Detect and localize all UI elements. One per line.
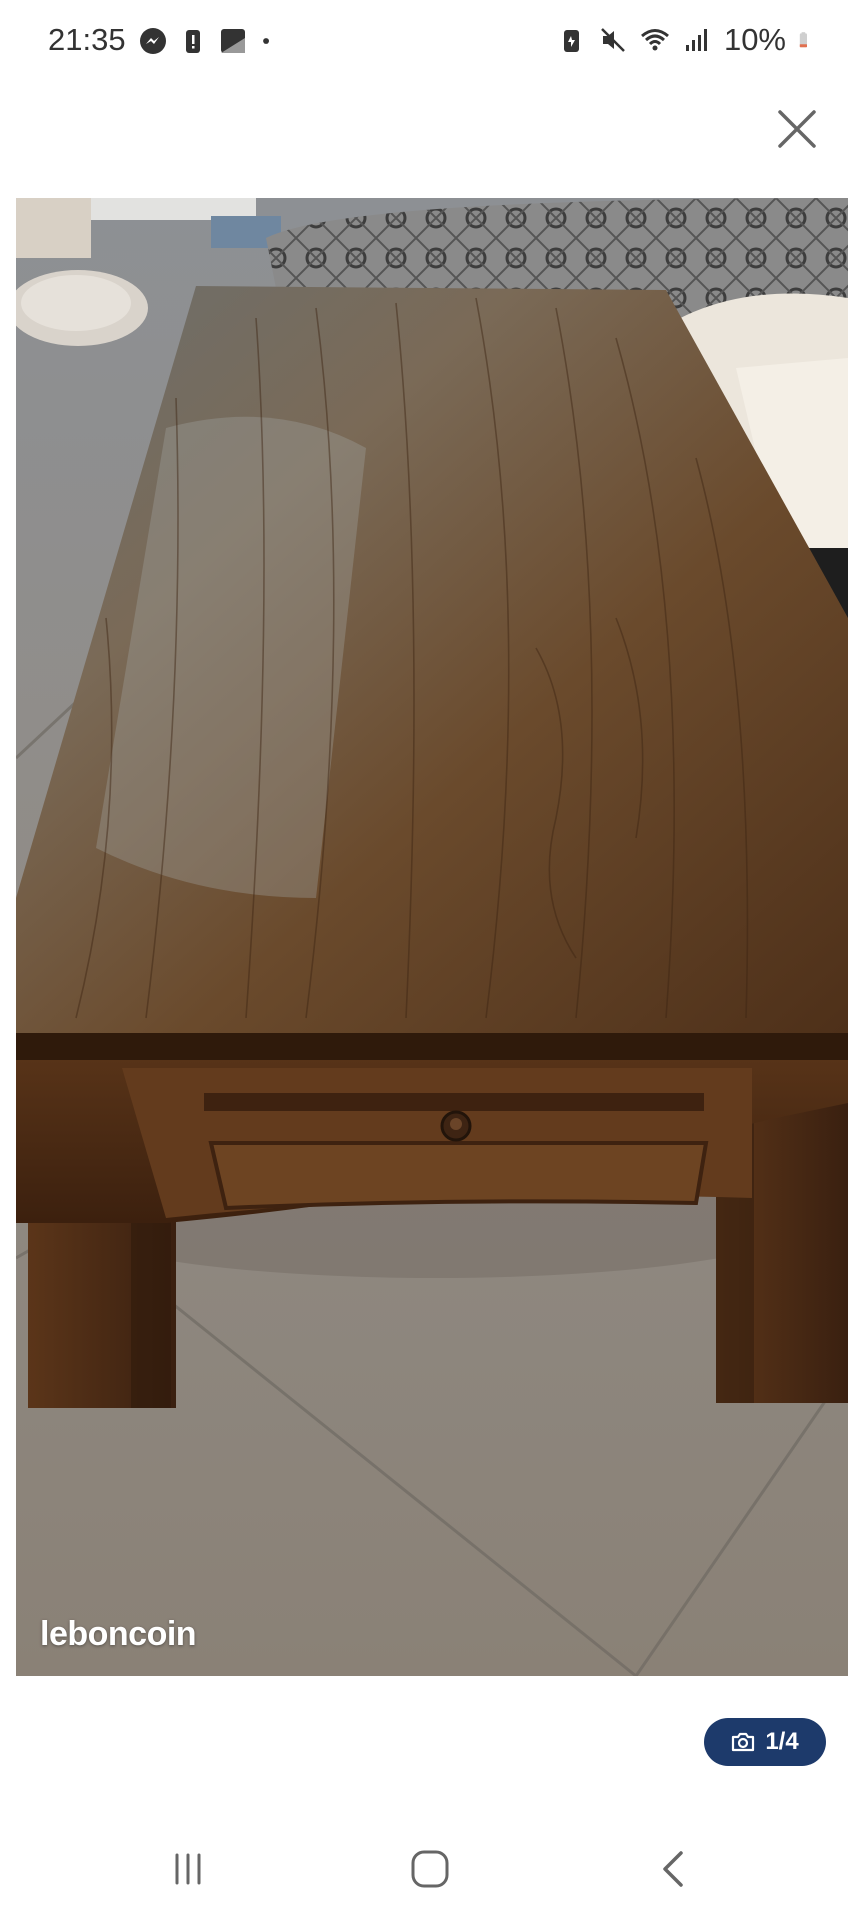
close-icon <box>778 110 816 148</box>
recent-apps-button[interactable] <box>158 1844 218 1894</box>
battery-percent: 10% <box>723 22 786 57</box>
status-right: 10% <box>556 22 816 58</box>
photo-counter-badge[interactable]: 1/4 <box>704 1718 826 1766</box>
camera-icon <box>732 1732 755 1752</box>
mute-icon <box>601 28 625 52</box>
wifi-icon <box>640 29 669 51</box>
messenger-icon <box>140 28 166 54</box>
close-button[interactable] <box>772 104 822 154</box>
battery-saver-icon <box>563 30 579 52</box>
home-icon <box>411 1850 449 1888</box>
home-button[interactable] <box>400 1844 460 1894</box>
navigation-bar <box>0 1820 864 1920</box>
battery-icon <box>799 32 807 48</box>
back-icon <box>663 1851 683 1887</box>
listing-photo[interactable]: leboncoin <box>16 198 848 1676</box>
dot-icon <box>263 38 269 44</box>
photo-counter-label: 1/4 <box>765 1728 799 1755</box>
battery-alert-icon <box>186 30 200 53</box>
leboncoin-watermark: leboncoin <box>40 1615 197 1653</box>
note-icon <box>221 29 245 53</box>
status-bar: 21:35 10% <box>0 0 864 80</box>
status-time: 21:35 <box>48 22 126 57</box>
recent-apps-icon <box>175 1853 201 1885</box>
status-left-icons <box>138 26 280 56</box>
back-button[interactable] <box>644 1844 704 1894</box>
signal-icon <box>685 29 707 51</box>
photo-coffee-table <box>16 198 848 1676</box>
